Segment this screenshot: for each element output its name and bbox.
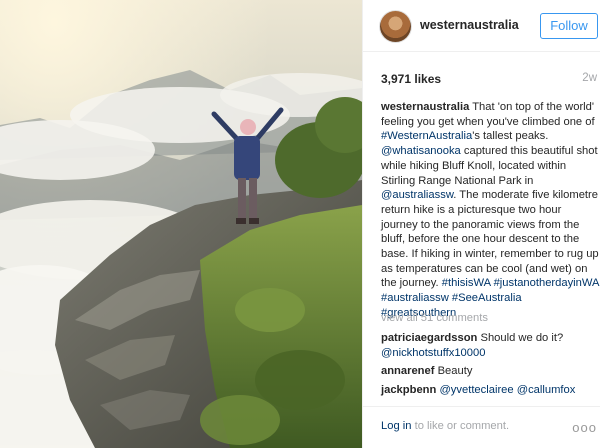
post-photo[interactable] — [0, 0, 362, 448]
comment-mention[interactable]: @callumfox — [517, 384, 576, 396]
comment-item: annarenef Beauty — [381, 364, 599, 379]
comment-mention[interactable]: @nickhotstuffx10000 — [381, 347, 485, 359]
comment-item: patriciaegardsson Should we do it? @nick… — [381, 331, 599, 360]
post-side-panel: westernaustralia Follow 3,971 likes 2w w… — [362, 0, 600, 448]
hashtag-justanotherdayinwa[interactable]: #justanotherdayinWA — [494, 277, 599, 289]
login-prompt-text: to like or comment. — [411, 420, 510, 432]
comment-item: jackpbenn @yvetteclairee @callumfox — [381, 383, 599, 398]
caption-text-4: . The moderate five kilometre return hik… — [381, 189, 599, 290]
ellipsis-icon[interactable]: ooo — [572, 420, 597, 435]
post-age[interactable]: 2w — [582, 72, 597, 84]
hashtag-thisiswa[interactable]: #thisisWA — [442, 277, 491, 289]
caption-username[interactable]: westernaustralia — [381, 101, 469, 113]
mention-australiassw[interactable]: @australiassw — [381, 189, 453, 201]
login-link[interactable]: Log in — [381, 420, 411, 432]
post-footer: Log in to like or comment. ooo — [363, 406, 600, 448]
comment-mention[interactable]: @yvetteclairee — [439, 384, 513, 396]
comment-username[interactable]: annarenef — [381, 365, 434, 377]
hashtag-westernaustralia[interactable]: #WesternAustralia — [381, 130, 472, 142]
hashtag-seeaustralia[interactable]: #SeeAustralia — [452, 292, 522, 304]
post-author-username[interactable]: westernaustralia — [420, 18, 519, 32]
caption-text-2: 's tallest peaks. — [472, 130, 549, 143]
likes-count[interactable]: 3,971 likes — [381, 72, 441, 86]
stats-row: 3,971 likes 2w — [363, 52, 600, 92]
comment-text: Should we do it? — [477, 332, 564, 344]
hashtag-australiassw[interactable]: #australiassw — [381, 292, 449, 304]
landscape-illustration — [0, 0, 362, 448]
mention-whatisanooka[interactable]: @whatisanooka — [381, 145, 461, 157]
login-prompt: Log in to like or comment. — [381, 420, 509, 432]
comment-text: Beauty — [434, 365, 473, 377]
comment-username[interactable]: patriciaegardsson — [381, 332, 477, 344]
view-all-comments-link[interactable]: view all 51 comments — [381, 312, 488, 324]
comment-username[interactable]: jackpbenn — [381, 384, 436, 396]
follow-button[interactable]: Follow — [540, 13, 598, 39]
avatar[interactable] — [380, 11, 411, 42]
post-caption: westernaustralia That 'on top of the wor… — [381, 100, 599, 321]
post-header: westernaustralia Follow — [363, 0, 600, 52]
